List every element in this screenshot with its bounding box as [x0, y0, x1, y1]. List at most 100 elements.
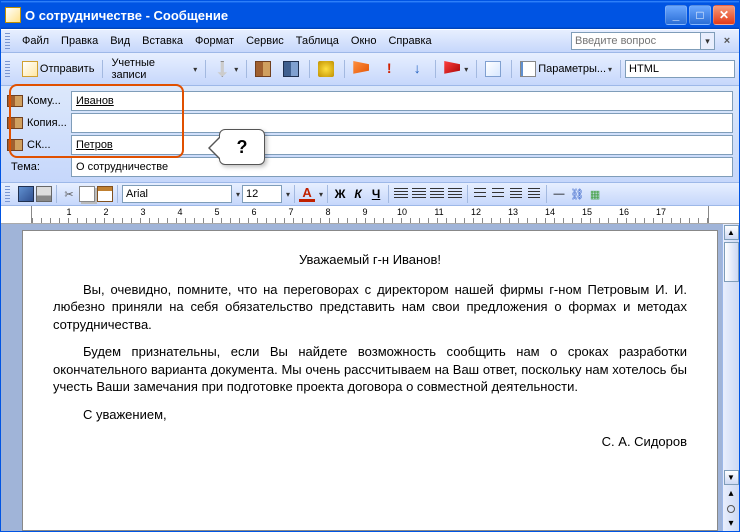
chevron-down-icon[interactable]: ▾	[286, 190, 290, 199]
copy-button[interactable]	[79, 186, 95, 202]
options-folder-button[interactable]	[481, 59, 507, 79]
message-format-select[interactable]	[625, 60, 735, 78]
browse-object-button[interactable]	[725, 502, 738, 515]
close-button[interactable]: ✕	[713, 5, 735, 25]
toolbar-grip[interactable]	[5, 33, 10, 49]
greeting-text: Уважаемый г-н Иванов!	[53, 251, 687, 269]
menu-service[interactable]: Сервис	[240, 33, 290, 49]
addressbook-icon	[7, 95, 23, 107]
prev-page-button[interactable]: ▴	[725, 487, 738, 500]
menu-file[interactable]: Файл	[16, 33, 55, 49]
ruler-number: 15	[582, 207, 592, 217]
check-names-button[interactable]	[279, 59, 305, 79]
menu-format[interactable]: Формат	[189, 33, 240, 49]
print-button[interactable]	[36, 186, 52, 202]
scroll-down-button[interactable]: ▼	[724, 470, 739, 485]
send-label: Отправить	[40, 63, 95, 75]
help-search-input[interactable]	[571, 32, 701, 50]
addressbook-button[interactable]	[251, 59, 277, 79]
font-size-select[interactable]	[242, 185, 282, 203]
menu-edit[interactable]: Правка	[55, 33, 104, 49]
font-color-button[interactable]: A	[299, 186, 315, 202]
toolbar-grip[interactable]	[5, 186, 10, 202]
ruler-number: 6	[251, 207, 256, 217]
bulleted-list-button[interactable]	[490, 186, 506, 202]
app-icon	[5, 7, 21, 23]
ruler-scale: 1234567891011121314151617	[31, 206, 709, 223]
annotation-callout: ?	[219, 129, 265, 165]
cut-button[interactable]: ✂	[61, 186, 77, 202]
maximize-button[interactable]: □	[689, 5, 711, 25]
ruler-number: 9	[362, 207, 367, 217]
chevron-down-icon[interactable]: ▾	[236, 190, 240, 199]
menubar-close-icon[interactable]: ×	[719, 33, 735, 49]
ruler-number: 8	[325, 207, 330, 217]
editor-area: Уважаемый г-н Иванов! Вы, очевидно, помн…	[1, 224, 739, 531]
help-search-dropdown[interactable]: ▾	[701, 32, 715, 50]
decrease-indent-button[interactable]	[508, 186, 524, 202]
bcc-button[interactable]: СК...	[7, 139, 71, 151]
insert-hr-button[interactable]: —	[551, 186, 567, 202]
to-button[interactable]: Кому...	[7, 95, 71, 107]
align-right-button[interactable]	[429, 186, 445, 202]
main-toolbar: Отправить Учетные записи ▾ ▾ ! ↓ ▾ Парам…	[1, 53, 739, 86]
addressbook-icon	[7, 139, 23, 151]
insert-link-button[interactable]: ⛓	[569, 186, 585, 202]
ruler-number: 13	[508, 207, 518, 217]
numbered-list-button[interactable]	[472, 186, 488, 202]
message-body[interactable]: Уважаемый г-н Иванов! Вы, очевидно, помн…	[22, 230, 718, 531]
ruler-number: 14	[545, 207, 555, 217]
increase-indent-button[interactable]	[526, 186, 542, 202]
permissions-button[interactable]	[314, 59, 340, 79]
attach-button[interactable]: ▾	[210, 59, 242, 79]
insert-picture-button[interactable]: ▦	[587, 186, 603, 202]
align-center-button[interactable]	[411, 186, 427, 202]
to-input[interactable]	[71, 91, 733, 111]
vertical-scrollbar[interactable]: ▲ ▼ ▴ ▾	[722, 224, 739, 531]
exclamation-icon: !	[381, 61, 397, 77]
options-label: Параметры...	[538, 63, 606, 75]
subject-label: Тема:	[7, 161, 71, 173]
send-button[interactable]: Отправить	[18, 59, 99, 79]
toolbar-grip[interactable]	[5, 61, 10, 77]
scroll-up-button[interactable]: ▲	[724, 225, 739, 240]
cc-button[interactable]: Копия...	[7, 117, 71, 129]
paragraph-1: Вы, очевидно, помните, что на переговора…	[53, 281, 687, 334]
accounts-button[interactable]: Учетные записи ▾	[107, 55, 201, 83]
ruler[interactable]: 1234567891011121314151617	[1, 206, 739, 224]
paste-button[interactable]	[97, 186, 113, 202]
scroll-thumb[interactable]	[724, 242, 739, 282]
menu-insert[interactable]: Вставка	[136, 33, 189, 49]
subject-input[interactable]	[71, 157, 733, 177]
callout-text: ?	[237, 137, 248, 158]
cc-input[interactable]	[71, 113, 733, 133]
italic-button[interactable]: К	[350, 186, 366, 202]
accounts-label: Учетные записи	[111, 57, 191, 81]
ruler-number: 5	[214, 207, 219, 217]
addressbook-icon	[7, 117, 23, 129]
window-controls: _ □ ✕	[665, 5, 735, 25]
align-left-button[interactable]	[393, 186, 409, 202]
ruler-number: 10	[397, 207, 407, 217]
importance-high-button[interactable]: !	[377, 59, 403, 79]
menu-help[interactable]: Справка	[382, 33, 437, 49]
minimize-button[interactable]: _	[665, 5, 687, 25]
menu-view[interactable]: Вид	[104, 33, 136, 49]
importance-low-button[interactable]: ↓	[405, 59, 431, 79]
menu-window[interactable]: Окно	[345, 33, 383, 49]
paperclip-icon	[214, 61, 230, 77]
save-button[interactable]	[18, 186, 34, 202]
bold-button[interactable]: Ж	[332, 186, 348, 202]
underline-button[interactable]: Ч	[368, 186, 384, 202]
bcc-input[interactable]	[71, 135, 733, 155]
flag-button[interactable]	[349, 59, 375, 79]
menu-table[interactable]: Таблица	[290, 33, 345, 49]
options-icon	[520, 61, 536, 77]
to-label: Кому...	[27, 95, 61, 107]
font-select[interactable]	[122, 185, 232, 203]
next-page-button[interactable]: ▾	[725, 517, 738, 530]
signature-button[interactable]: ▾	[440, 59, 472, 79]
align-justify-button[interactable]	[447, 186, 463, 202]
ruler-number: 11	[434, 207, 443, 217]
options-button[interactable]: Параметры... ▾	[516, 59, 616, 79]
